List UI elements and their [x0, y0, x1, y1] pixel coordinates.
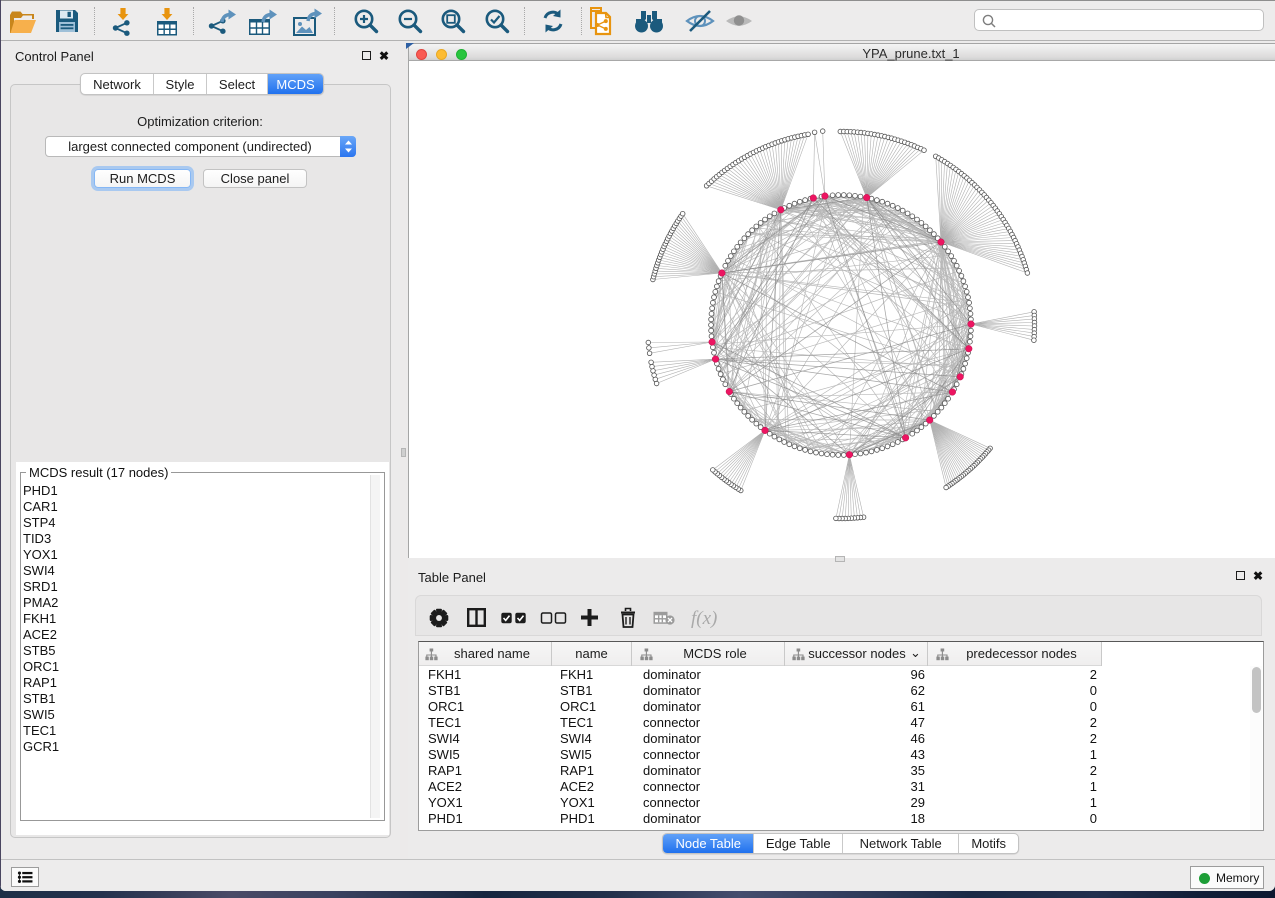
- svg-text:f(x): f(x): [691, 608, 717, 629]
